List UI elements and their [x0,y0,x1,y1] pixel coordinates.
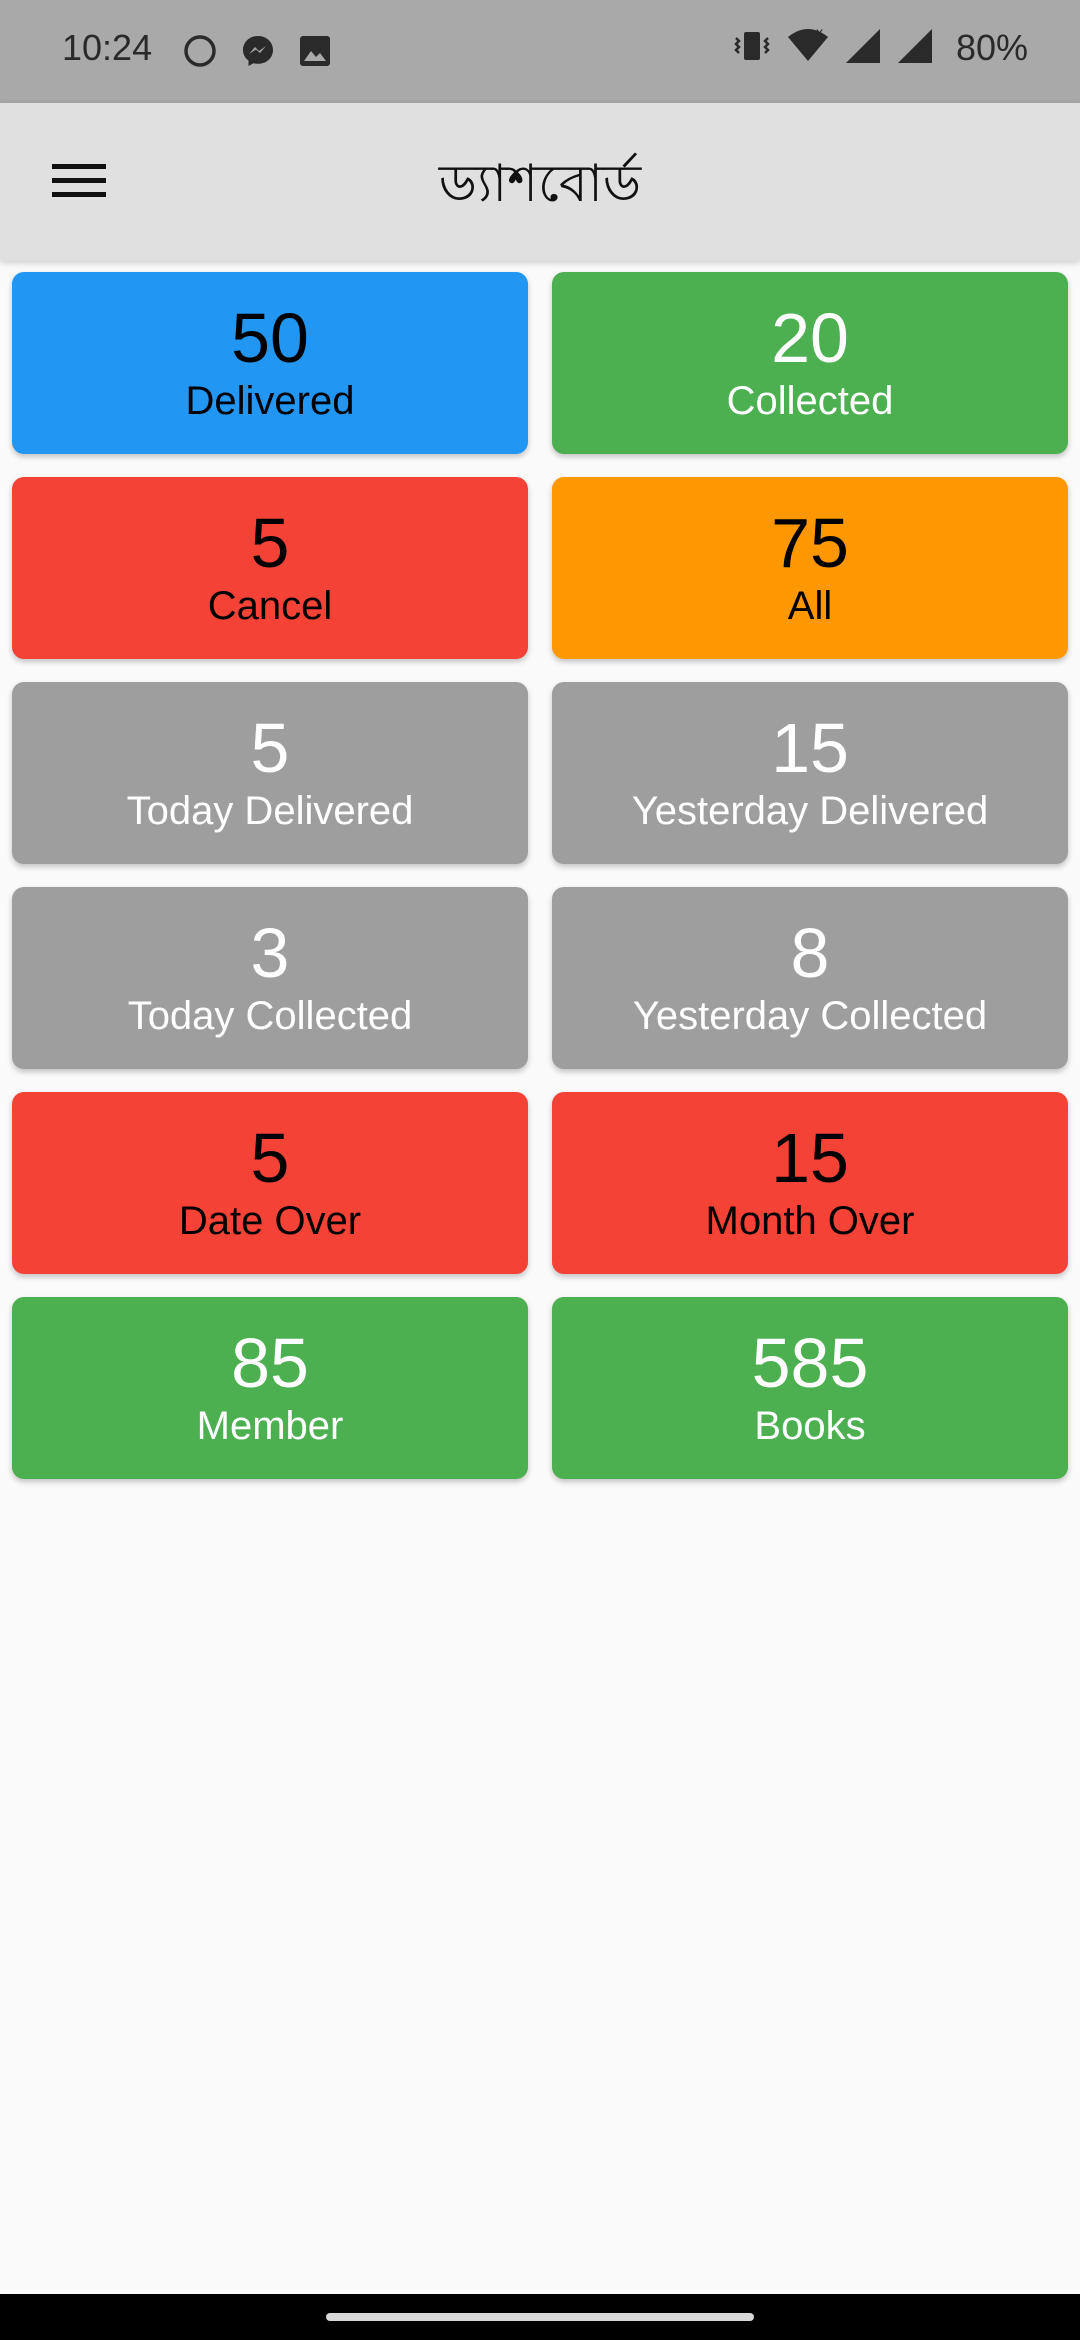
card-label: Books [754,1404,866,1448]
card-value: 20 [771,299,849,377]
app-bar: ড্যাশবোর্ড [0,103,1080,261]
system-nav-bar [0,2294,1080,2340]
card-value: 5 [250,504,290,582]
status-time: 10:24 [62,27,153,68]
card-date-over[interactable]: 5 Date Over [12,1092,528,1274]
card-value: 585 [751,1324,869,1402]
card-month-over[interactable]: 15 Month Over [552,1092,1068,1274]
status-notification-icons [182,33,332,73]
card-delivered[interactable]: 50 Delivered [12,272,528,454]
card-label: Member [196,1404,344,1448]
card-label: Collected [726,379,894,423]
card-yesterday-delivered[interactable]: 15 Yesterday Delivered [552,682,1068,864]
card-value: 5 [250,1119,290,1197]
card-value: 8 [790,914,830,992]
card-label: Yesterday Collected [632,994,988,1038]
card-value: 15 [771,709,849,787]
card-yesterday-collected[interactable]: 8 Yesterday Collected [552,887,1068,1069]
card-label: Today Collected [127,994,413,1038]
card-label: Delivered [185,379,355,423]
card-label: Today Delivered [126,789,414,833]
card-collected[interactable]: 20 Collected [552,272,1068,454]
image-icon [298,34,332,72]
svg-text:x: x [816,27,823,40]
signal-icon [896,27,934,69]
card-value: 3 [250,914,290,992]
card-label: Cancel [207,584,333,628]
card-cancel[interactable]: 5 Cancel [12,477,528,659]
status-system-icons: x 80% [732,24,1028,69]
wifi-icon: x [786,24,830,69]
card-books[interactable]: 585 Books [552,1297,1068,1479]
card-value: 15 [771,1119,849,1197]
vibrate-icon [732,28,772,68]
card-value: 5 [250,709,290,787]
dashboard-grid: 50 Delivered 20 Collected 5 Cancel 75 Al… [12,272,1068,1479]
home-indicator[interactable] [326,2313,754,2321]
signal-icon [844,27,882,69]
card-value: 85 [231,1324,309,1402]
page-title: ড্যাশবোর্ড [438,154,642,214]
card-value: 50 [231,299,309,377]
card-member[interactable]: 85 Member [12,1297,528,1479]
card-all[interactable]: 75 All [552,477,1068,659]
card-label: Date Over [178,1199,362,1243]
card-label: All [787,584,833,628]
messenger-icon [240,33,276,73]
card-today-delivered[interactable]: 5 Today Delivered [12,682,528,864]
card-value: 75 [771,504,849,582]
circle-icon [182,33,218,73]
card-label: Yesterday Delivered [631,789,989,833]
card-today-collected[interactable]: 3 Today Collected [12,887,528,1069]
battery-percentage: 80% [955,27,1028,68]
status-bar: 10:24 x 80% [0,0,1080,103]
card-label: Month Over [705,1199,915,1243]
